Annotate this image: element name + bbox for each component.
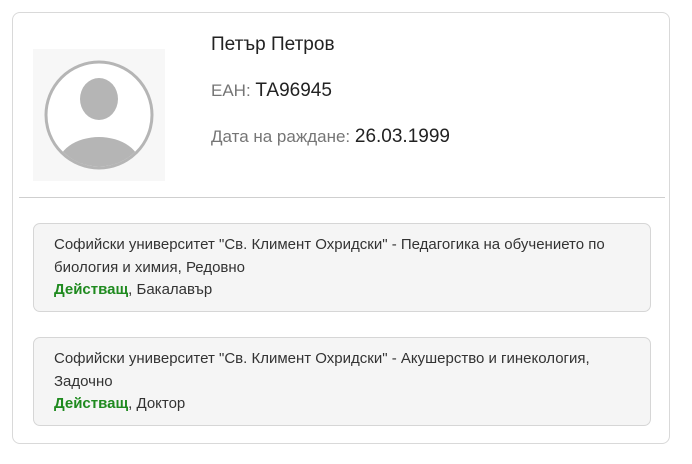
ean-label: ЕАН: [211, 81, 251, 100]
ean-row: ЕАН: ТА96945 [211, 79, 659, 103]
education-list: Софийски университет "Св. Климент Охридс… [33, 223, 651, 451]
birth-date-row: Дата на раждане: 26.03.1999 [211, 125, 659, 149]
education-degree: , Бакалавър [128, 281, 213, 298]
education-status-line: Действащ, Доктор [54, 393, 630, 416]
profile-info: Петър Петров ЕАН: ТА96945 Дата на раждан… [211, 33, 659, 149]
education-item: Софийски университет "Св. Климент Охридс… [33, 223, 651, 312]
birth-date-value: 26.03.1999 [354, 126, 450, 147]
user-placeholder-icon [44, 60, 154, 170]
student-name: Петър Петров [211, 34, 335, 55]
ean-value: ТА96945 [255, 80, 332, 101]
avatar [33, 49, 165, 181]
education-description: Софийски университет "Св. Климент Охридс… [54, 236, 605, 276]
education-item: Софийски университет "Св. Климент Охридс… [33, 337, 651, 426]
education-status-line: Действащ, Бакалавър [54, 279, 630, 302]
education-degree: , Доктор [128, 395, 186, 412]
status-badge: Действащ [54, 395, 129, 412]
birth-date-label: Дата на раждане: [211, 127, 351, 146]
divider [19, 197, 665, 198]
student-card: Петър Петров ЕАН: ТА96945 Дата на раждан… [12, 12, 670, 444]
status-badge: Действащ [54, 281, 129, 298]
education-description: Софийски университет "Св. Климент Охридс… [54, 350, 590, 390]
